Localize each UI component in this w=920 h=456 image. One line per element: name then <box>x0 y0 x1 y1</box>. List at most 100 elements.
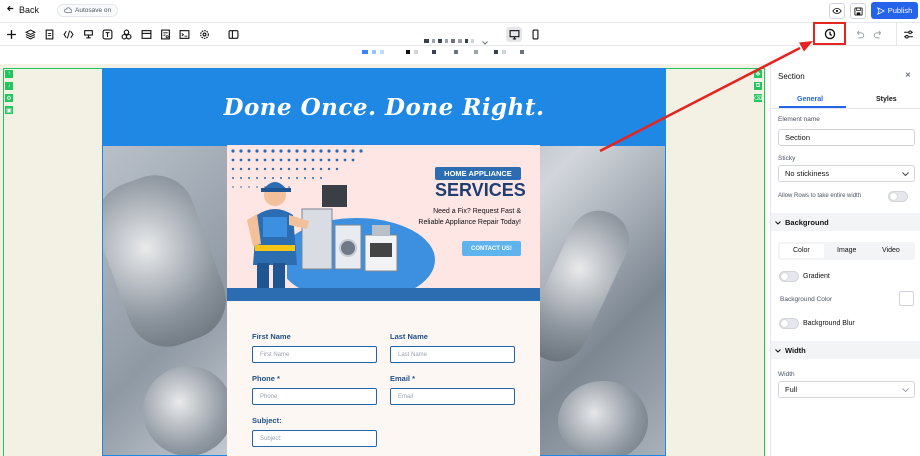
hero-banner: Done Once. Done Right. <box>103 69 665 146</box>
phone-label: Phone * <box>252 374 280 383</box>
width-value: Full <box>785 385 798 394</box>
text-icon[interactable] <box>101 28 114 41</box>
save-section-icon[interactable]: ▣ <box>5 106 13 114</box>
top-bar: Back Autosave on Publish <box>0 0 920 22</box>
last-name-field[interactable]: Last Name <box>390 346 515 363</box>
banner-title: SERVICES <box>435 180 526 200</box>
arrow-left-icon <box>6 4 15 15</box>
first-name-label: First Name <box>252 332 291 341</box>
settings-gear-icon[interactable] <box>198 28 211 41</box>
drag-handle-icon[interactable]: ✥ <box>754 70 762 78</box>
subject-field[interactable]: Subject: <box>252 430 377 447</box>
first-name-field[interactable]: First Name <box>252 346 377 363</box>
banner-tag: HOME APPLIANCE <box>435 167 521 180</box>
hero-headline: Done Once. Done Right. <box>223 94 545 121</box>
form-icon[interactable] <box>159 28 172 41</box>
width-label: Width <box>778 371 795 378</box>
preview-eye-button[interactable] <box>829 3 845 19</box>
close-icon[interactable]: × <box>905 70 911 81</box>
email-field[interactable]: Email <box>390 388 515 405</box>
save-button[interactable] <box>850 3 866 19</box>
undo-button[interactable] <box>853 28 866 41</box>
split-view-icon[interactable] <box>227 28 240 41</box>
panel-title: Section <box>778 72 805 81</box>
chevron-down-icon <box>775 218 781 227</box>
redo-button[interactable] <box>872 28 885 41</box>
send-icon <box>876 6 885 15</box>
publish-button[interactable]: Publish <box>871 2 918 19</box>
chevron-down-icon <box>775 346 781 355</box>
element-name-label: Element name <box>778 116 820 123</box>
gradient-toggle[interactable] <box>779 271 799 282</box>
width-heading[interactable]: Width <box>771 341 920 359</box>
bg-tab-color[interactable]: Color <box>793 247 810 254</box>
move-down-icon[interactable]: ↓ <box>5 82 13 90</box>
plus-icon[interactable] <box>5 28 18 41</box>
back-button[interactable]: Back <box>6 4 39 15</box>
tab-styles[interactable]: Styles <box>876 96 897 103</box>
content-card: HOME APPLIANCE SERVICES Need a Fix? Requ… <box>227 145 540 456</box>
mobile-view-button[interactable] <box>529 28 542 41</box>
appliance-services-banner[interactable]: HOME APPLIANCE SERVICES Need a Fix? Requ… <box>227 145 540 288</box>
save-disk-icon <box>853 6 863 16</box>
code-icon[interactable] <box>62 28 75 41</box>
last-name-label: Last Name <box>390 332 428 341</box>
sliders-icon <box>904 30 913 39</box>
cloud-icon <box>64 6 73 15</box>
bg-blur-toggle[interactable] <box>779 318 799 329</box>
autosave-badge[interactable]: Autosave on <box>57 4 119 17</box>
chevron-down-icon <box>902 385 909 394</box>
element-name-input[interactable]: Section <box>778 129 915 146</box>
contact-us-button[interactable]: CONTACT US! <box>462 241 521 256</box>
gradient-label: Gradient <box>803 273 830 280</box>
redo-icon <box>873 30 882 39</box>
sticky-label: Sticky <box>778 155 796 162</box>
background-heading[interactable]: Background <box>771 213 920 231</box>
phone-field[interactable]: Phone <box>252 388 377 405</box>
settings-panel-button[interactable] <box>896 23 920 46</box>
page-icon[interactable] <box>43 28 56 41</box>
layers-icon[interactable] <box>24 28 37 41</box>
bg-tab-image[interactable]: Image <box>837 247 856 254</box>
allow-rows-label: Allow Rows to take entire width <box>778 193 862 199</box>
allow-rows-toggle[interactable] <box>888 191 908 202</box>
page-selector[interactable] <box>424 32 488 50</box>
desktop-icon <box>509 30 519 40</box>
width-heading-text: Width <box>785 345 806 355</box>
chevron-down-icon <box>902 169 909 178</box>
subject-label: Subject: <box>252 416 282 425</box>
bg-color-swatch[interactable] <box>899 291 914 306</box>
background-tabs: Color Image Video <box>778 242 915 260</box>
back-label: Back <box>19 4 40 15</box>
shapes-icon[interactable] <box>120 28 133 41</box>
email-label: Email * <box>390 374 416 383</box>
section-settings-icon[interactable]: ⚙ <box>5 94 13 102</box>
duplicate-icon[interactable]: ⧉ <box>754 82 762 90</box>
mobile-icon <box>532 29 539 40</box>
chevron-down-icon <box>482 32 488 50</box>
bg-color-label: Background Color <box>780 296 833 303</box>
bg-blur-label: Background Blur <box>803 320 855 327</box>
breadcrumb <box>362 50 524 55</box>
autosave-label: Autosave on <box>75 7 112 14</box>
layout-icon[interactable] <box>140 28 153 41</box>
desktop-view-button[interactable] <box>506 27 522 42</box>
editor-toolbar <box>0 22 920 46</box>
properties-panel: Section × General Styles Element name Se… <box>770 64 920 456</box>
width-select[interactable]: Full <box>778 381 915 398</box>
delete-icon[interactable]: ⌫ <box>754 94 762 102</box>
bg-tab-video[interactable]: Video <box>882 247 900 254</box>
background-heading-text: Background <box>785 217 829 227</box>
eye-icon <box>832 8 842 14</box>
contact-form: First Name First Name Last Name Last Nam… <box>227 301 540 456</box>
terminal-icon[interactable] <box>178 28 191 41</box>
tab-general[interactable]: General <box>797 96 823 103</box>
annotation-highlight-box <box>813 22 846 45</box>
move-up-icon[interactable]: ↑ <box>5 70 13 78</box>
widget-icon[interactable] <box>82 28 95 41</box>
banner-divider <box>227 288 540 301</box>
publish-label: Publish <box>887 6 913 15</box>
sticky-select[interactable]: No stickiness <box>778 165 915 182</box>
banner-line-1: Need a Fix? Request Fast & <box>433 208 521 215</box>
sticky-value: No stickiness <box>785 169 830 178</box>
